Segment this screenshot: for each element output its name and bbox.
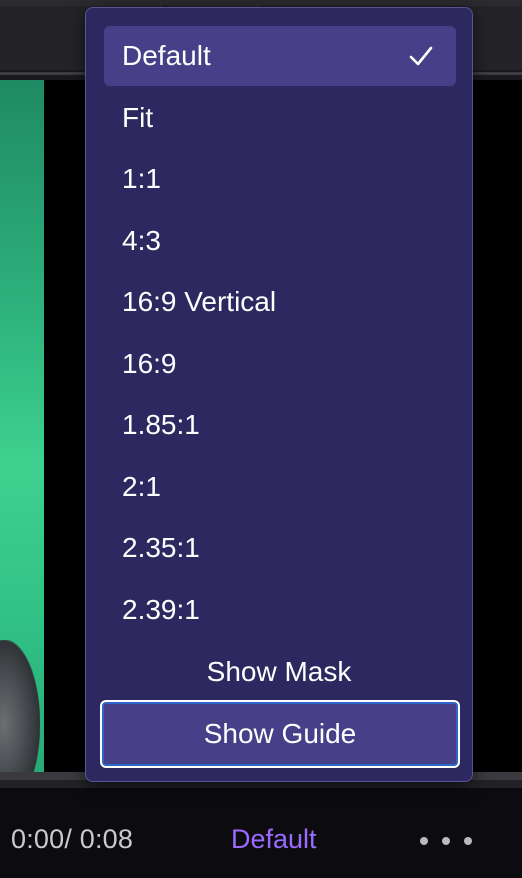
aspect-option-label: 4:3	[122, 224, 161, 256]
aspect-option[interactable]: 1.85:1	[104, 395, 456, 455]
aspect-option[interactable]: Fit	[104, 88, 456, 148]
aspect-option-label: 16:9	[122, 347, 177, 379]
aspect-option-label: Default	[122, 40, 211, 71]
video-frame-subject	[0, 640, 40, 780]
more-options-button[interactable]	[420, 826, 472, 856]
aspect-option-label: 2.35:1	[122, 532, 200, 563]
show-guide-button[interactable]: Show Guide	[100, 700, 460, 768]
aspect-option[interactable]: 16:9	[104, 334, 456, 394]
aspect-option-label: 2:1	[122, 470, 161, 502]
aspect-option[interactable]: Default	[104, 26, 456, 86]
more-horizontal-icon	[420, 837, 428, 845]
aspect-ratio-menu: Default Fit 1:1 4:3 16:9 Vertical 16:9 1.85:1 2…	[85, 7, 473, 782]
aspect-option[interactable]: 2:1	[104, 457, 456, 517]
aspect-option[interactable]: 16:9 Vertical	[104, 272, 456, 332]
aspect-ratio-button[interactable]: Default	[231, 824, 317, 855]
aspect-option-label: 16:9 Vertical	[122, 286, 277, 317]
aspect-option[interactable]: 1:1	[104, 149, 456, 209]
playback-control-bar: 0:00/ 0:08 Default	[0, 780, 522, 878]
aspect-option-label: 2.39:1	[122, 593, 200, 625]
aspect-option-label: 1:1	[122, 163, 161, 194]
checkmark-icon	[409, 46, 433, 66]
aspect-option[interactable]: 2.35:1	[104, 518, 456, 578]
aspect-option[interactable]: 4:3	[104, 211, 456, 271]
aspect-option[interactable]: 2.39:1	[104, 580, 456, 640]
show-mask-option[interactable]: Show Mask	[86, 652, 472, 692]
timecode-display: 0:00/ 0:08	[11, 824, 134, 854]
video-editor-preview: 0:00/ 0:08 Default Default Fit 1:1 4:3 16:9 …	[0, 0, 522, 878]
toolbar-segment	[466, 6, 522, 70]
aspect-option-label: Fit	[122, 101, 154, 133]
aspect-option-label: 1.85:1	[122, 409, 200, 440]
